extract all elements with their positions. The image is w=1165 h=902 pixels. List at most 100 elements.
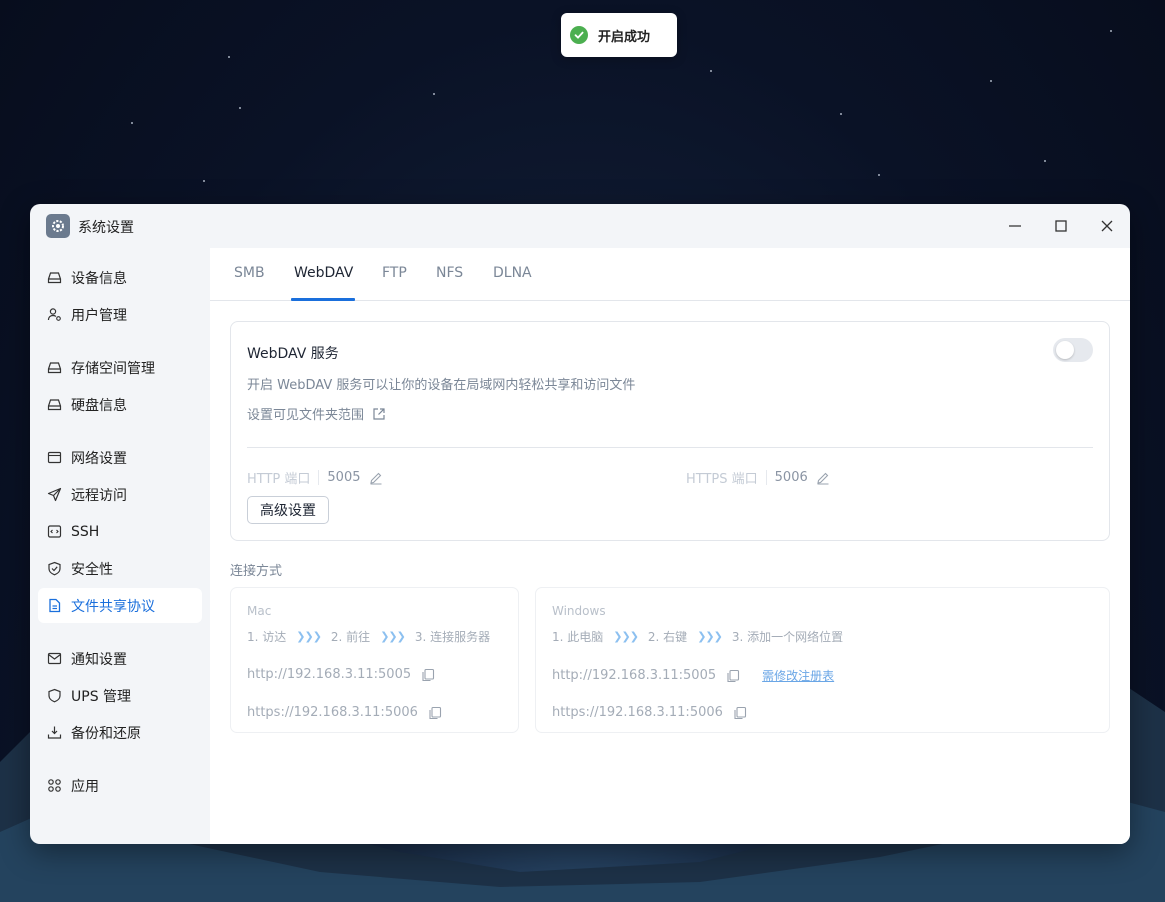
star [990,80,992,82]
window-title: 系统设置 [78,220,134,236]
main-panel: SMB WebDAV FTP NFS DLNA WebDAV 服务 开启 Web… [210,248,1130,844]
step: 1. 访达 [247,630,287,644]
active-tab-indicator [291,298,355,301]
star [433,93,435,95]
drive-icon [47,270,62,285]
toggle-knob [1056,341,1074,359]
send-icon [47,487,62,502]
divider [247,447,1093,448]
webdav-toggle[interactable] [1053,338,1093,362]
close-button[interactable] [1094,214,1120,238]
connection-steps: 1. 此电脑 ❯❯❯ 2. 右键 ❯❯❯ 3. 添加一个网络位置 [552,628,843,645]
http-port-field: HTTP 端口 5005 [247,468,383,487]
sidebar-item-label: 通知设置 [71,651,127,668]
terminal-icon [47,524,62,539]
sidebar-item-ssh[interactable]: SSH [38,514,202,549]
chevrons-icon: ❯❯❯ [697,630,723,643]
webdav-service-card: WebDAV 服务 开启 WebDAV 服务可以让你的设备在局域网内轻松共享和访… [230,321,1110,541]
gear-icon [46,214,70,238]
sidebar-item-label: 存储空间管理 [71,360,155,377]
settings-window: 系统设置 设备信息 用户管理 存储空间管理 硬盘信息 网络设置 远程访问 SSH… [30,204,1130,844]
connection-section-title: 连接方式 [230,564,283,579]
sidebar-item-label: UPS 管理 [71,688,132,705]
sidebar-item-user-management[interactable]: 用户管理 [38,297,202,332]
step: 3. 添加一个网络位置 [731,630,844,644]
sidebar-item-label: 备份和还原 [71,725,141,742]
connection-steps: 1. 访达 ❯❯❯ 2. 前往 ❯❯❯ 3. 连接服务器 [247,628,490,645]
chevrons-icon: ❯❯❯ [296,630,322,643]
sidebar-item-notifications[interactable]: 通知设置 [38,641,202,676]
visible-folders-link[interactable]: 设置可见文件夹范围 [247,404,386,423]
service-title: WebDAV 服务 [247,346,339,362]
title-bar: 系统设置 [30,204,1130,248]
sidebar-item-disk-info[interactable]: 硬盘信息 [38,387,202,422]
sidebar-item-device-info[interactable]: 设备信息 [38,260,202,295]
sidebar-item-label: 硬盘信息 [71,397,127,414]
storage-icon [47,360,62,375]
url-row: http://192.168.3.11:5005 需修改注册表 [552,667,834,684]
sidebar-item-ups[interactable]: UPS 管理 [38,678,202,713]
star [239,107,241,109]
tab-webdav[interactable]: WebDAV [294,265,353,281]
user-icon [47,307,62,322]
url-row: https://192.168.3.11:5006 [552,705,747,720]
minimize-button[interactable] [1002,214,1028,238]
copy-icon[interactable] [421,668,435,682]
http-url: http://192.168.3.11:5005 [552,668,717,683]
toast-message: 开启成功 [598,29,651,45]
ups-shield-icon [47,688,62,703]
chevrons-icon: ❯❯❯ [613,630,639,643]
star [1044,160,1046,162]
https-port-field: HTTPS 端口 5006 [686,468,830,487]
maximize-button[interactable] [1048,214,1074,238]
step: 3. 连接服务器 [414,630,491,644]
tab-nfs[interactable]: NFS [436,265,463,281]
sidebar-item-storage[interactable]: 存储空间管理 [38,350,202,385]
tab-ftp[interactable]: FTP [382,265,407,281]
os-label: Mac [247,604,272,618]
http-port-value: 5005 [318,470,361,485]
star [131,122,133,124]
sidebar-item-network[interactable]: 网络设置 [38,440,202,475]
star [710,70,712,72]
url-row: https://192.168.3.11:5006 [247,705,442,720]
disk-icon [47,397,62,412]
sidebar-item-label: 文件共享协议 [71,598,155,615]
copy-icon[interactable] [726,669,740,683]
document-icon [47,598,62,613]
chevrons-icon: ❯❯❯ [380,630,406,643]
sidebar-item-apps[interactable]: 应用 [38,768,202,803]
sidebar-item-remote-access[interactable]: 远程访问 [38,477,202,512]
tab-dlna[interactable]: DLNA [493,265,532,281]
step: 2. 前往 [330,630,371,644]
apps-icon [47,778,62,793]
star [228,56,230,58]
service-description: 开启 WebDAV 服务可以让你的设备在局域网内轻松共享和访问文件 [247,378,636,393]
tab-smb[interactable]: SMB [234,265,265,281]
mac-connection-card: Mac 1. 访达 ❯❯❯ 2. 前往 ❯❯❯ 3. 连接服务器 http://… [230,587,519,733]
star [1110,30,1112,32]
external-link-icon [373,407,385,420]
sidebar-item-label: 远程访问 [71,487,127,504]
windows-connection-card: Windows 1. 此电脑 ❯❯❯ 2. 右键 ❯❯❯ 3. 添加一个网络位置… [535,587,1110,733]
sidebar-item-label: 网络设置 [71,450,127,467]
sidebar-item-label: 应用 [71,778,99,795]
visible-folders-label: 设置可见文件夹范围 [247,408,365,423]
registry-link[interactable]: 需修改注册表 [762,667,834,684]
sidebar-item-label: 安全性 [71,561,113,578]
shield-check-icon [47,561,62,576]
advanced-settings-button[interactable]: 高级设置 [247,496,329,524]
https-url: https://192.168.3.11:5006 [247,705,418,720]
edit-icon[interactable] [816,471,830,485]
sidebar-item-backup[interactable]: 备份和还原 [38,715,202,750]
https-url: https://192.168.3.11:5006 [552,705,723,720]
copy-icon[interactable] [428,706,442,720]
edit-icon[interactable] [369,471,383,485]
http-url: http://192.168.3.11:5005 [247,667,412,682]
star [878,174,880,176]
sidebar-item-file-sharing[interactable]: 文件共享协议 [38,588,202,623]
sidebar-item-security[interactable]: 安全性 [38,551,202,586]
copy-icon[interactable] [733,706,747,720]
star [840,113,842,115]
close-icon [1101,220,1113,232]
